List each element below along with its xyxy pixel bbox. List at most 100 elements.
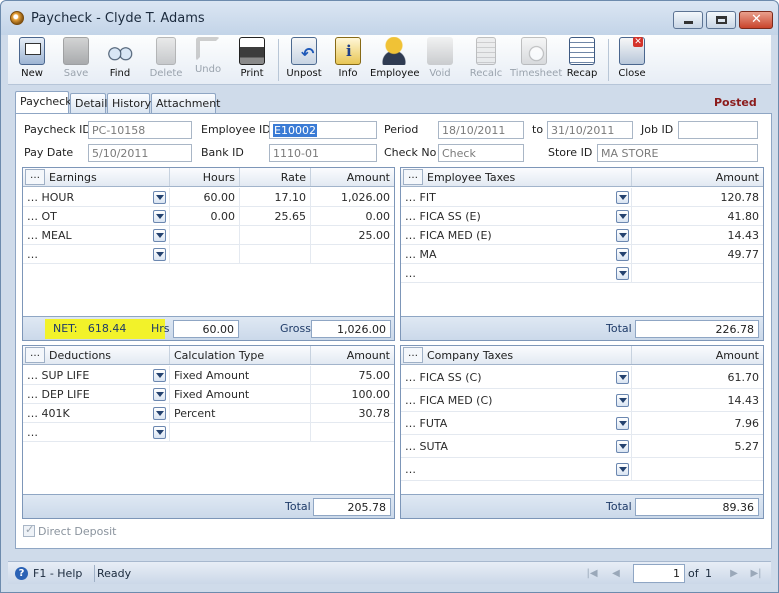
table-row[interactable]: … bbox=[401, 264, 763, 283]
table-row[interactable]: … FICA MED (E) 14.43 bbox=[401, 226, 763, 245]
employee-taxes-menu-button[interactable]: … bbox=[403, 169, 423, 185]
chevron-down-icon[interactable] bbox=[153, 369, 166, 382]
deductions-column-header[interactable]: Deductions bbox=[23, 346, 170, 364]
minimize-button[interactable] bbox=[673, 11, 703, 29]
employee-id-field[interactable]: E10002 bbox=[269, 121, 377, 139]
chevron-down-icon[interactable] bbox=[153, 388, 166, 401]
earning-rate[interactable] bbox=[240, 245, 311, 264]
chevron-down-icon[interactable] bbox=[616, 394, 629, 407]
table-row[interactable]: … SUTA 5.27 bbox=[401, 435, 763, 458]
calculation-type[interactable] bbox=[170, 423, 311, 442]
employee-taxes-amount-header[interactable]: Amount bbox=[632, 168, 763, 186]
earning-rate[interactable]: 17.10 bbox=[240, 188, 311, 207]
bank-id-field[interactable]: 1110-01 bbox=[269, 144, 377, 162]
direct-deposit-checkbox[interactable] bbox=[23, 523, 35, 537]
tax-amount[interactable] bbox=[632, 264, 763, 283]
store-id-field[interactable]: MA STORE bbox=[597, 144, 758, 162]
print-button[interactable]: Print bbox=[234, 35, 270, 85]
tab-history[interactable]: History bbox=[107, 93, 151, 113]
table-row[interactable]: … FICA MED (C) 14.43 bbox=[401, 389, 763, 412]
chevron-down-icon[interactable] bbox=[616, 267, 629, 280]
maximize-button[interactable] bbox=[706, 11, 736, 29]
unpost-button[interactable]: Unpost bbox=[284, 35, 324, 85]
earning-hours[interactable] bbox=[170, 245, 240, 264]
tab-paycheck[interactable]: Paycheck bbox=[15, 91, 72, 113]
earnings-grid-menu-button[interactable]: … bbox=[25, 169, 45, 185]
deductions-amount-header[interactable]: Amount bbox=[311, 346, 394, 364]
company-tax-amount[interactable]: 14.43 bbox=[632, 389, 763, 412]
chevron-down-icon[interactable] bbox=[616, 210, 629, 223]
pay-date-field[interactable]: 5/10/2011 bbox=[88, 144, 192, 162]
tab-detail[interactable]: Detail bbox=[70, 93, 107, 113]
calculation-type[interactable]: Fixed Amount bbox=[170, 366, 311, 385]
recap-button[interactable]: Recap bbox=[564, 35, 600, 85]
delete-button[interactable]: Delete bbox=[146, 35, 186, 85]
deduction-amount[interactable]: 75.00 bbox=[311, 366, 394, 385]
company-taxes-column-header[interactable]: Company Taxes bbox=[401, 346, 632, 364]
undo-button[interactable]: Undo bbox=[190, 35, 226, 85]
company-tax-amount[interactable]: 7.96 bbox=[632, 412, 763, 435]
employee-button[interactable]: Employee bbox=[370, 35, 420, 85]
table-row[interactable]: … bbox=[23, 423, 394, 442]
table-row[interactable]: … HOUR 60.00 17.10 1,026.00 bbox=[23, 188, 394, 207]
help-icon[interactable]: ? bbox=[15, 567, 28, 580]
earning-rate[interactable] bbox=[240, 226, 311, 245]
chevron-down-icon[interactable] bbox=[616, 417, 629, 430]
company-tax-amount[interactable]: 5.27 bbox=[632, 435, 763, 458]
table-row[interactable]: … DEP LIFE Fixed Amount 100.00 bbox=[23, 385, 394, 404]
calculation-type[interactable]: Fixed Amount bbox=[170, 385, 311, 404]
table-row[interactable]: … MEAL 25.00 bbox=[23, 226, 394, 245]
chevron-down-icon[interactable] bbox=[616, 191, 629, 204]
previous-page-icon[interactable]: ◀ bbox=[608, 566, 624, 581]
table-row[interactable]: … bbox=[23, 245, 394, 264]
table-row[interactable]: … 401K Percent 30.78 bbox=[23, 404, 394, 423]
deduction-amount[interactable] bbox=[311, 423, 394, 442]
table-row[interactable]: … bbox=[401, 458, 763, 481]
chevron-down-icon[interactable] bbox=[153, 407, 166, 420]
calculation-type[interactable]: Percent bbox=[170, 404, 311, 423]
page-number-input[interactable]: 1 bbox=[633, 564, 685, 583]
chevron-down-icon[interactable] bbox=[153, 248, 166, 261]
company-tax-amount[interactable] bbox=[632, 458, 763, 481]
period-from-field[interactable]: 18/10/2011 bbox=[438, 121, 524, 139]
chevron-down-icon[interactable] bbox=[616, 371, 629, 384]
chevron-down-icon[interactable] bbox=[616, 463, 629, 476]
first-page-icon[interactable]: |◀ bbox=[584, 566, 600, 581]
paycheck-id-field[interactable]: PC-10158 bbox=[88, 121, 192, 139]
tax-amount[interactable]: 120.78 bbox=[632, 188, 763, 207]
void-button[interactable]: Void bbox=[422, 35, 458, 85]
deduction-amount[interactable]: 100.00 bbox=[311, 385, 394, 404]
tax-amount[interactable]: 41.80 bbox=[632, 207, 763, 226]
deductions-menu-button[interactable]: … bbox=[25, 347, 45, 363]
chevron-down-icon[interactable] bbox=[616, 248, 629, 261]
find-button[interactable]: Find bbox=[102, 35, 138, 85]
job-id-field[interactable] bbox=[678, 121, 758, 139]
tax-amount[interactable]: 49.77 bbox=[632, 245, 763, 264]
tax-amount[interactable]: 14.43 bbox=[632, 226, 763, 245]
table-row[interactable]: … FIT 120.78 bbox=[401, 188, 763, 207]
chevron-down-icon[interactable] bbox=[153, 191, 166, 204]
last-page-icon[interactable]: ▶| bbox=[748, 566, 764, 581]
table-row[interactable]: … FICA SS (C) 61.70 bbox=[401, 366, 763, 389]
hours-column-header[interactable]: Hours bbox=[170, 168, 240, 186]
tab-attachment[interactable]: Attachment bbox=[151, 93, 221, 113]
earning-amount[interactable] bbox=[311, 245, 394, 264]
employee-taxes-column-header[interactable]: Employee Taxes bbox=[401, 168, 632, 186]
table-row[interactable]: … SUP LIFE Fixed Amount 75.00 bbox=[23, 366, 394, 385]
table-row[interactable]: … FICA SS (E) 41.80 bbox=[401, 207, 763, 226]
earnings-column-header[interactable]: Earnings bbox=[23, 168, 170, 186]
window-close-button[interactable]: ✕ bbox=[739, 11, 773, 29]
earning-amount[interactable]: 25.00 bbox=[311, 226, 394, 245]
table-row[interactable]: … FUTA 7.96 bbox=[401, 412, 763, 435]
company-tax-amount[interactable]: 61.70 bbox=[632, 366, 763, 389]
company-taxes-menu-button[interactable]: … bbox=[403, 347, 423, 363]
amount-column-header[interactable]: Amount bbox=[311, 168, 394, 186]
table-row[interactable]: … OT 0.00 25.65 0.00 bbox=[23, 207, 394, 226]
period-to-field[interactable]: 31/10/2011 bbox=[547, 121, 633, 139]
earning-amount[interactable]: 1,026.00 bbox=[311, 188, 394, 207]
check-no-field[interactable]: Check bbox=[438, 144, 524, 162]
title-bar[interactable]: Paycheck - Clyde T. Adams ✕ bbox=[1, 1, 778, 35]
chevron-down-icon[interactable] bbox=[153, 210, 166, 223]
earning-hours[interactable]: 60.00 bbox=[170, 188, 240, 207]
chevron-down-icon[interactable] bbox=[153, 426, 166, 439]
